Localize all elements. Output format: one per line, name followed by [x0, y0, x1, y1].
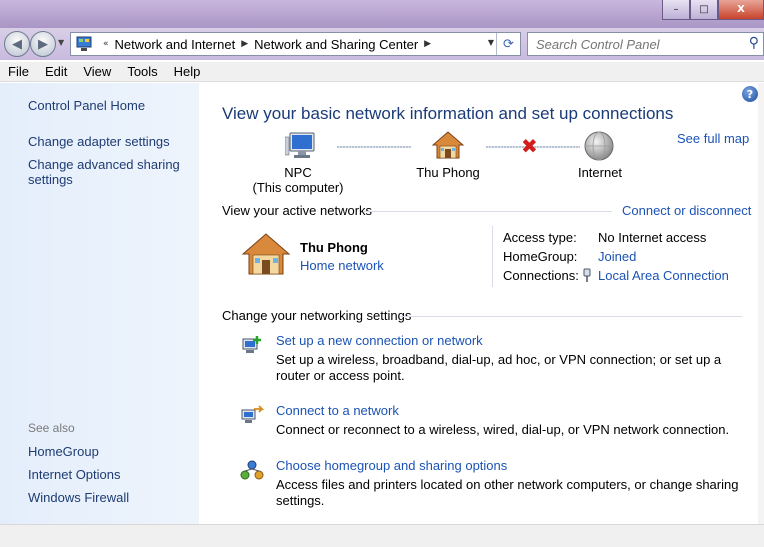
home-network-link[interactable]: Home network: [300, 258, 384, 273]
sidebar-control-panel-home[interactable]: Control Panel Home: [28, 98, 145, 113]
sidebar-change-adapter-settings[interactable]: Change adapter settings: [28, 134, 170, 149]
search-input[interactable]: [536, 36, 736, 52]
menu-view[interactable]: View: [83, 62, 111, 81]
help-icon[interactable]: ?: [742, 86, 758, 102]
homegroup-sharing-options-description: Access files and printers located on oth…: [276, 477, 739, 508]
breadcrumb-network-and-sharing-center[interactable]: Network and Sharing Center: [254, 37, 418, 52]
map-internet-label: Internet: [577, 165, 623, 180]
section-divider: [364, 211, 612, 212]
homegroup-joined-link[interactable]: Joined: [598, 249, 636, 264]
access-type-value: No Internet access: [598, 230, 707, 245]
forward-button[interactable]: ▶: [30, 31, 56, 57]
navigation-bar: ◀ ▶ ▼ « Network and Internet ▶ Network a…: [0, 28, 764, 60]
active-networks-heading: View your active networks: [222, 203, 373, 218]
sidebar-change-advanced-sharing-settings[interactable]: Change advanced sharing settings: [28, 157, 188, 187]
window-title-bar: – □ X: [0, 0, 764, 28]
access-type-label: Access type:: [503, 230, 577, 245]
main-content: ? View your basic network information an…: [200, 83, 764, 524]
search-box[interactable]: ⚲: [527, 32, 764, 56]
back-button[interactable]: ◀: [4, 31, 30, 57]
connect-to-network-description: Connect or reconnect to a wireless, wire…: [276, 422, 730, 437]
minimize-button[interactable]: –: [662, 0, 690, 20]
map-computer-subtitle: (This computer): [252, 180, 344, 195]
sidebar-homegroup[interactable]: HomeGroup: [28, 444, 99, 459]
address-bar[interactable]: « Network and Internet ▶ Network and Sha…: [70, 32, 521, 56]
homegroup-sharing-options-link[interactable]: Choose homegroup and sharing options: [276, 458, 507, 473]
menu-help[interactable]: Help: [174, 62, 201, 81]
sidebar-internet-options[interactable]: Internet Options: [28, 467, 121, 482]
breadcrumb-network-and-internet[interactable]: Network and Internet: [115, 37, 236, 52]
close-button[interactable]: X: [718, 0, 764, 20]
breadcrumb-overflow-icon[interactable]: «: [103, 39, 109, 49]
connect-network-icon[interactable]: [240, 405, 264, 425]
local-area-connection-link[interactable]: Local Area Connection: [598, 268, 729, 283]
page-title: View your basic network information and …: [222, 104, 674, 123]
map-computer-name: NPC: [284, 165, 312, 180]
menu-tools[interactable]: Tools: [127, 62, 157, 81]
ethernet-connection-icon: [583, 268, 591, 282]
change-settings-heading: Change your networking settings: [222, 308, 412, 323]
connections-label: Connections:: [503, 268, 579, 283]
breadcrumb-separator-icon[interactable]: ▶: [424, 39, 431, 49]
section-divider: [400, 316, 742, 317]
active-network-name: Thu Phong: [300, 240, 368, 255]
home-network-large-icon: [241, 233, 291, 275]
maximize-button[interactable]: □: [690, 0, 718, 20]
control-panel-icon: [76, 36, 92, 51]
homegroup-icon[interactable]: [240, 460, 264, 480]
map-network-name: Thu Phong: [416, 165, 480, 180]
setup-new-connection-link[interactable]: Set up a new connection or network: [276, 333, 483, 348]
refresh-icon[interactable]: ⟳: [496, 33, 520, 55]
computer-icon[interactable]: [285, 131, 317, 161]
forward-arrow-icon: ▶: [38, 36, 48, 52]
window-controls: – □ X: [662, 0, 764, 20]
search-icon[interactable]: ⚲: [749, 35, 759, 51]
menu-file[interactable]: File: [8, 62, 29, 81]
map-link-line: [337, 146, 411, 148]
internet-globe-icon[interactable]: [583, 130, 615, 162]
address-dropdown-icon[interactable]: ▼: [488, 38, 494, 47]
task-connect-network: Connect to a network Connect or reconnec…: [240, 403, 750, 443]
scrollbar[interactable]: [758, 83, 764, 524]
task-homegroup-sharing: Choose homegroup and sharing options Acc…: [240, 458, 750, 508]
setup-new-connection-description: Set up a wireless, broadband, dial-up, a…: [276, 352, 722, 383]
recent-pages-dropdown-icon[interactable]: ▼: [58, 38, 64, 47]
menu-bar: File Edit View Tools Help: [0, 62, 764, 82]
menu-edit[interactable]: Edit: [45, 62, 67, 81]
status-bar: [0, 524, 764, 547]
see-also-label: See also: [28, 421, 75, 435]
home-network-icon[interactable]: [432, 131, 464, 159]
connect-to-network-link[interactable]: Connect to a network: [276, 403, 399, 418]
back-arrow-icon: ◀: [12, 36, 22, 52]
breadcrumb-separator-icon[interactable]: ▶: [241, 39, 248, 49]
connect-or-disconnect-link[interactable]: Connect or disconnect: [622, 203, 751, 218]
network-details-divider: [492, 226, 493, 287]
new-connection-icon[interactable]: [240, 335, 264, 355]
no-connection-x-icon[interactable]: ✖: [521, 136, 538, 156]
sidebar: Control Panel Home Change adapter settin…: [0, 83, 199, 524]
task-new-connection: Set up a new connection or network Set u…: [240, 333, 750, 383]
see-full-map-link[interactable]: See full map: [677, 131, 749, 146]
sidebar-windows-firewall[interactable]: Windows Firewall: [28, 490, 129, 505]
homegroup-label: HomeGroup:: [503, 249, 578, 264]
